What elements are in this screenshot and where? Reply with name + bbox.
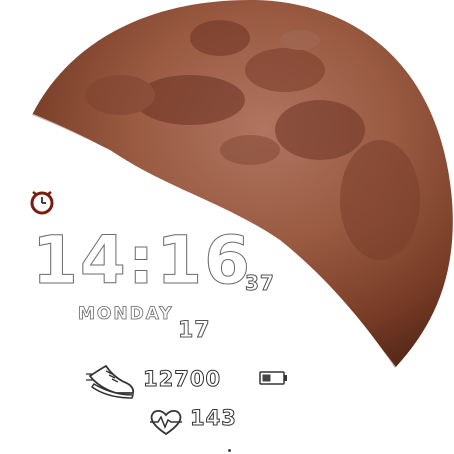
seconds-display: 37 <box>245 271 275 295</box>
page-indicator-dot <box>228 449 231 452</box>
day-of-month: 17 <box>178 318 211 343</box>
alarm-clock-icon[interactable] <box>28 188 56 216</box>
battery-icon <box>259 371 287 385</box>
step-count: 12700 <box>142 367 222 391</box>
heart-rate-icon <box>150 409 182 436</box>
watch-face: 14:16 37 MONDAY 17 12700 143 <box>0 0 454 454</box>
time-display: 14:16 <box>31 222 253 299</box>
heart-rate-value: 143 <box>190 406 237 430</box>
weekday-label: MONDAY <box>78 304 174 324</box>
running-shoe-icon <box>86 364 135 399</box>
